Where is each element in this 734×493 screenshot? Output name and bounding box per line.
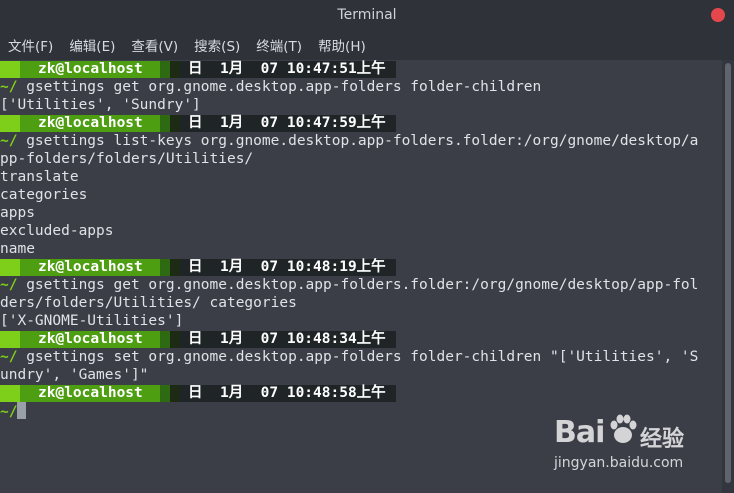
- output-line: ['X-GNOME-Utilities']: [0, 313, 184, 329]
- output-line: ['Utilities', 'Sundry']: [0, 97, 201, 113]
- output-line: name: [0, 241, 35, 257]
- command-line: ~/ gsettings get org.gnome.desktop.app-f…: [0, 276, 722, 294]
- command-text: gsettings set org.gnome.desktop.app-fold…: [17, 349, 699, 365]
- prompt-header: zk@localhost 日 1月 07 10:48:58上午: [0, 384, 722, 402]
- command-text: gsettings get org.gnome.desktop.app-fold…: [17, 277, 699, 293]
- menu-edit[interactable]: 编辑(E): [69, 35, 123, 55]
- prompt-user: zk@localhost: [38, 259, 143, 275]
- menu-search[interactable]: 搜索(S): [194, 35, 248, 55]
- menu-bar: 文件(F) 编辑(E) 查看(V) 搜索(S) 终端(T) 帮助(H): [0, 30, 734, 60]
- text-cursor: [17, 402, 27, 419]
- output-line: translate: [0, 169, 79, 185]
- prompt-symbol: ~/: [0, 349, 18, 365]
- prompt-user: zk@localhost: [38, 61, 143, 77]
- title-bar[interactable]: Terminal: [0, 0, 734, 30]
- prompt-symbol: ~/: [0, 79, 18, 95]
- command-line: ~/ gsettings get org.gnome.desktop.app-f…: [0, 78, 722, 96]
- prompt-header: zk@localhost 日 1月 07 10:47:51上午: [0, 60, 722, 78]
- prompt-datetime: 日 1月 07 10:48:34上午: [188, 331, 386, 347]
- terminal-window: Terminal 文件(F) 编辑(E) 查看(V) 搜索(S) 终端(T) 帮…: [0, 0, 734, 493]
- output-line: undry', 'Games']": [0, 367, 149, 383]
- baidu-watermark: Bai 经验 jingyan.baidu.com: [554, 414, 694, 477]
- command-line: ~/ gsettings set org.gnome.desktop.app-f…: [0, 348, 722, 366]
- prompt-user: zk@localhost: [38, 331, 143, 347]
- watermark-suffix: 经验: [640, 427, 685, 452]
- watermark-logo-text: Bai: [554, 415, 605, 450]
- prompt-datetime: 日 1月 07 10:48:58上午: [188, 385, 386, 401]
- prompt-symbol: ~/: [0, 133, 18, 149]
- prompt-user: zk@localhost: [38, 385, 143, 401]
- output-line: excluded-apps: [0, 223, 114, 239]
- menu-terminal[interactable]: 终端(T): [256, 35, 310, 55]
- output-line: categories: [0, 187, 88, 203]
- menu-file[interactable]: 文件(F): [8, 35, 61, 55]
- prompt-header: zk@localhost 日 1月 07 10:48:34上午: [0, 330, 722, 348]
- window-title: Terminal: [337, 7, 397, 23]
- menu-view[interactable]: 查看(V): [131, 35, 186, 55]
- prompt-header: zk@localhost 日 1月 07 10:48:19上午: [0, 258, 722, 276]
- scrollbar-thumb[interactable]: [725, 63, 731, 483]
- vertical-scrollbar[interactable]: [722, 60, 734, 493]
- watermark-url: jingyan.baidu.com: [554, 455, 684, 471]
- close-button[interactable]: [711, 8, 725, 22]
- command-text: gsettings get org.gnome.desktop.app-fold…: [17, 79, 542, 95]
- command-line: ~/ gsettings list-keys org.gnome.desktop…: [0, 132, 722, 150]
- paw-icon: [610, 414, 637, 443]
- prompt-user: zk@localhost: [38, 115, 143, 131]
- prompt-datetime: 日 1月 07 10:47:51上午: [188, 61, 386, 77]
- output-line: ders/folders/Utilities/ categories: [0, 295, 297, 311]
- command-text: gsettings list-keys org.gnome.desktop.ap…: [17, 133, 699, 149]
- output-line: pp-folders/folders/Utilities/: [0, 151, 254, 167]
- prompt-symbol: ~/: [0, 404, 18, 420]
- menu-help[interactable]: 帮助(H): [318, 35, 374, 55]
- prompt-header: zk@localhost 日 1月 07 10:47:59上午: [0, 114, 722, 132]
- output-line: apps: [0, 205, 35, 221]
- prompt-datetime: 日 1月 07 10:48:19上午: [188, 259, 386, 275]
- prompt-datetime: 日 1月 07 10:47:59上午: [188, 115, 386, 131]
- prompt-symbol: ~/: [0, 277, 18, 293]
